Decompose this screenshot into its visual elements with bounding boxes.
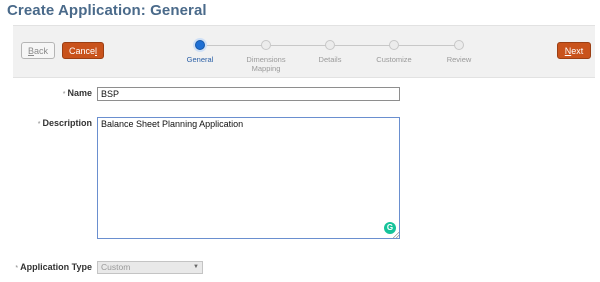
train-label-dimensions-mapping: Dimensions Mapping	[236, 55, 296, 73]
chevron-down-icon: ▼	[193, 264, 199, 270]
cancel-mnemonic: l	[95, 46, 97, 56]
train-connector	[335, 45, 397, 46]
app-type-label: * Application Type	[4, 262, 92, 272]
required-marker: *	[37, 121, 41, 128]
train-stop-dimensions-mapping	[261, 40, 271, 50]
description-textarea[interactable]: Balance Sheet Planning Application	[97, 117, 400, 239]
train-label-review: Review	[446, 55, 472, 64]
grammarly-icon[interactable]: G	[384, 222, 396, 234]
cancel-label-start: Cance	[68, 46, 95, 56]
cancel-button[interactable]: Cancel	[62, 42, 104, 59]
train-stop-customize	[389, 40, 399, 50]
page-title: Create Application: General	[7, 2, 207, 19]
app-type-value: Custom	[101, 262, 131, 272]
name-input[interactable]	[97, 87, 400, 101]
train-stop-review	[454, 40, 464, 50]
train-connector	[399, 45, 461, 46]
back-label-rest: ack	[34, 46, 49, 56]
required-marker: *	[62, 91, 66, 98]
train-label-line: Mapping	[251, 64, 281, 73]
description-label-text: Description	[42, 118, 92, 128]
train-connector	[205, 45, 269, 46]
next-label-rest: ext	[571, 46, 584, 56]
description-label: * Description	[20, 118, 92, 128]
resize-grip-icon[interactable]	[393, 232, 399, 238]
name-label: * Name	[30, 88, 92, 98]
required-marker: *	[15, 265, 19, 272]
train-label-general[interactable]: General	[170, 55, 230, 64]
back-button[interactable]: Back	[21, 42, 55, 59]
train-label-customize: Customize	[376, 55, 412, 64]
app-type-label-text: Application Type	[20, 262, 92, 272]
train-connector	[271, 45, 333, 46]
train-label-details: Details	[318, 55, 342, 64]
next-button[interactable]: Next	[557, 42, 591, 59]
wizard-toolbar: Back Cancel General Dimensions Mapping D…	[13, 25, 595, 78]
train-stop-general[interactable]	[195, 40, 205, 50]
app-type-select: Custom ▼	[97, 261, 203, 274]
train-label-line: Dimensions	[246, 55, 286, 64]
train-stop-details	[325, 40, 335, 50]
name-label-text: Name	[67, 88, 92, 98]
